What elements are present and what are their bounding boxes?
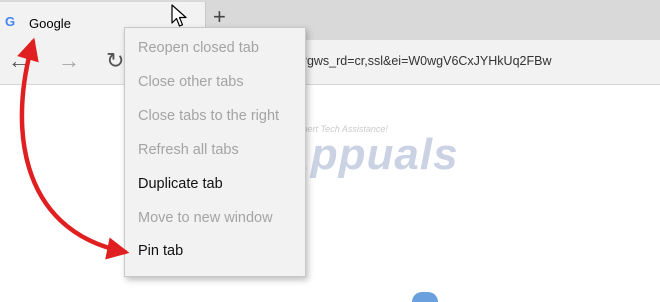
refresh-icon[interactable]: ↻ — [106, 48, 124, 74]
back-arrow-icon[interactable]: ← — [8, 48, 30, 74]
new-tab-plus-icon[interactable]: + — [213, 6, 226, 28]
page-logo-fragment — [412, 292, 438, 302]
mouse-pointer-icon — [171, 4, 187, 27]
menu-item-duplicate-tab[interactable]: Duplicate tab — [125, 169, 305, 199]
tab-title: Google — [29, 16, 71, 31]
menu-item-close-other-tabs[interactable]: Close other tabs — [125, 67, 305, 97]
menu-item-refresh-all-tabs[interactable]: Refresh all tabs — [125, 135, 305, 165]
google-favicon-icon: G — [5, 14, 16, 29]
tab-strip: G Google + — [0, 0, 660, 40]
tab-context-menu: Reopen closed tab Close other tabs Close… — [124, 27, 306, 277]
menu-item-close-tabs-to-right[interactable]: Close tabs to the right — [125, 101, 305, 131]
browser-toolbar: ← → ↻ ?gws_rd=cr,ssl&ei=W0wgV6CxJYHkUq2F… — [0, 40, 660, 85]
forward-arrow-icon[interactable]: → — [58, 48, 80, 74]
menu-item-move-to-new-window[interactable]: Move to new window — [125, 203, 305, 233]
menu-item-reopen-closed-tab[interactable]: Reopen closed tab — [125, 33, 305, 63]
address-bar-text[interactable]: ?gws_rd=cr,ssl&ei=W0wgV6CxJYHkUq2FBw — [300, 54, 551, 68]
menu-item-pin-tab[interactable]: Pin tab — [125, 236, 305, 266]
page-content — [0, 85, 660, 300]
